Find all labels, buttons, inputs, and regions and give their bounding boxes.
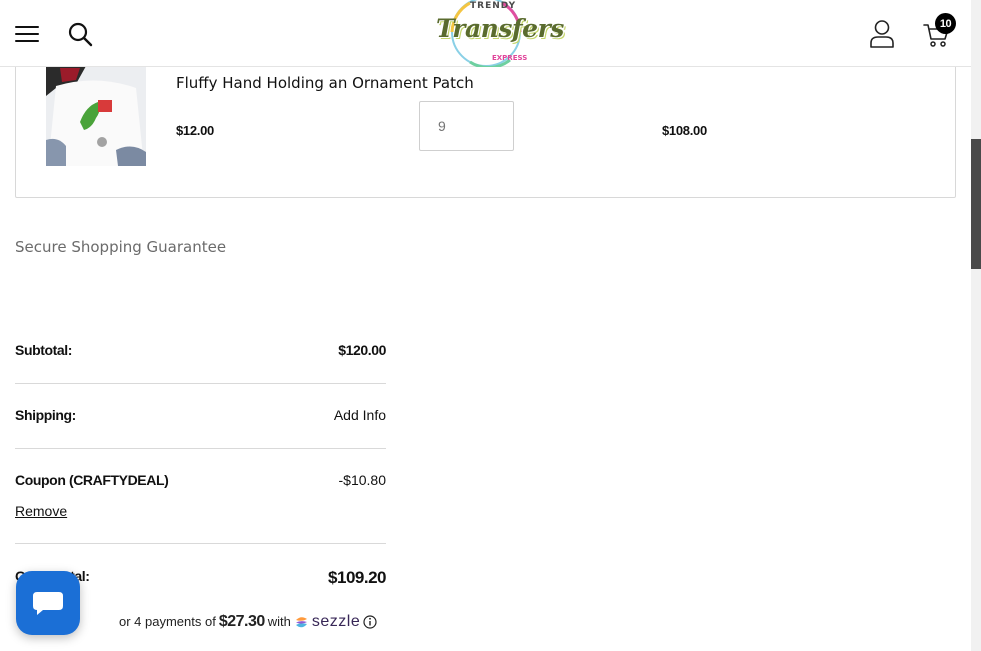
grand-total-value: $109.20	[328, 568, 386, 587]
info-icon[interactable]	[363, 615, 377, 629]
subtotal-row: Subtotal: $120.00	[15, 342, 386, 360]
menu-icon[interactable]	[15, 24, 39, 44]
cart-count-badge[interactable]: 10	[935, 13, 956, 34]
account-icon[interactable]	[868, 19, 896, 49]
coupon-label: Coupon (CRAFTYDEAL)	[15, 472, 169, 488]
sezzle-with: with	[267, 614, 291, 629]
sezzle-prefix: or 4 payments of	[119, 614, 216, 629]
quantity-input[interactable]	[419, 101, 514, 151]
product-name[interactable]: Fluffy Hand Holding an Ornament Patch	[176, 74, 474, 92]
shipping-label: Shipping:	[15, 407, 76, 423]
coupon-value: -$10.80	[338, 472, 386, 488]
summary-divider	[15, 448, 386, 449]
secure-shopping-text: Secure Shopping Guarantee	[15, 238, 227, 256]
logo-top-text: TRENDY	[470, 1, 517, 11]
chat-icon[interactable]	[16, 571, 80, 635]
remove-coupon-link[interactable]: Remove	[15, 503, 67, 519]
summary-divider	[15, 383, 386, 384]
subtotal-label: Subtotal:	[15, 342, 73, 358]
svg-text:EXPRESS: EXPRESS	[492, 54, 527, 62]
site-header: EXPRESS TRENDY Transfers 10	[0, 0, 971, 67]
shipping-add-info[interactable]: Add Info	[334, 407, 386, 423]
subtotal-value: $120.00	[338, 342, 386, 358]
product-line-total: $108.00	[662, 123, 707, 138]
search-icon[interactable]	[66, 20, 94, 48]
sezzle-brand: sezzle	[311, 613, 361, 630]
sezzle-logo-icon	[295, 616, 307, 627]
sezzle-amount: $27.30	[218, 613, 265, 630]
shipping-row: Shipping: Add Info	[15, 407, 386, 425]
coupon-row: Coupon (CRAFTYDEAL) -$10.80	[15, 472, 386, 490]
sezzle-installments[interactable]: or 4 payments of $27.30 with sezzle	[119, 613, 386, 631]
product-price: $12.00	[176, 123, 214, 138]
product-thumbnail[interactable]	[46, 66, 146, 166]
summary-divider	[15, 543, 386, 544]
page-scrollbar-thumb[interactable]	[971, 139, 981, 269]
logo-main-text: Transfers	[436, 14, 564, 43]
site-logo[interactable]: EXPRESS TRENDY Transfers	[430, 0, 564, 67]
page-scrollbar-track[interactable]	[971, 0, 981, 651]
